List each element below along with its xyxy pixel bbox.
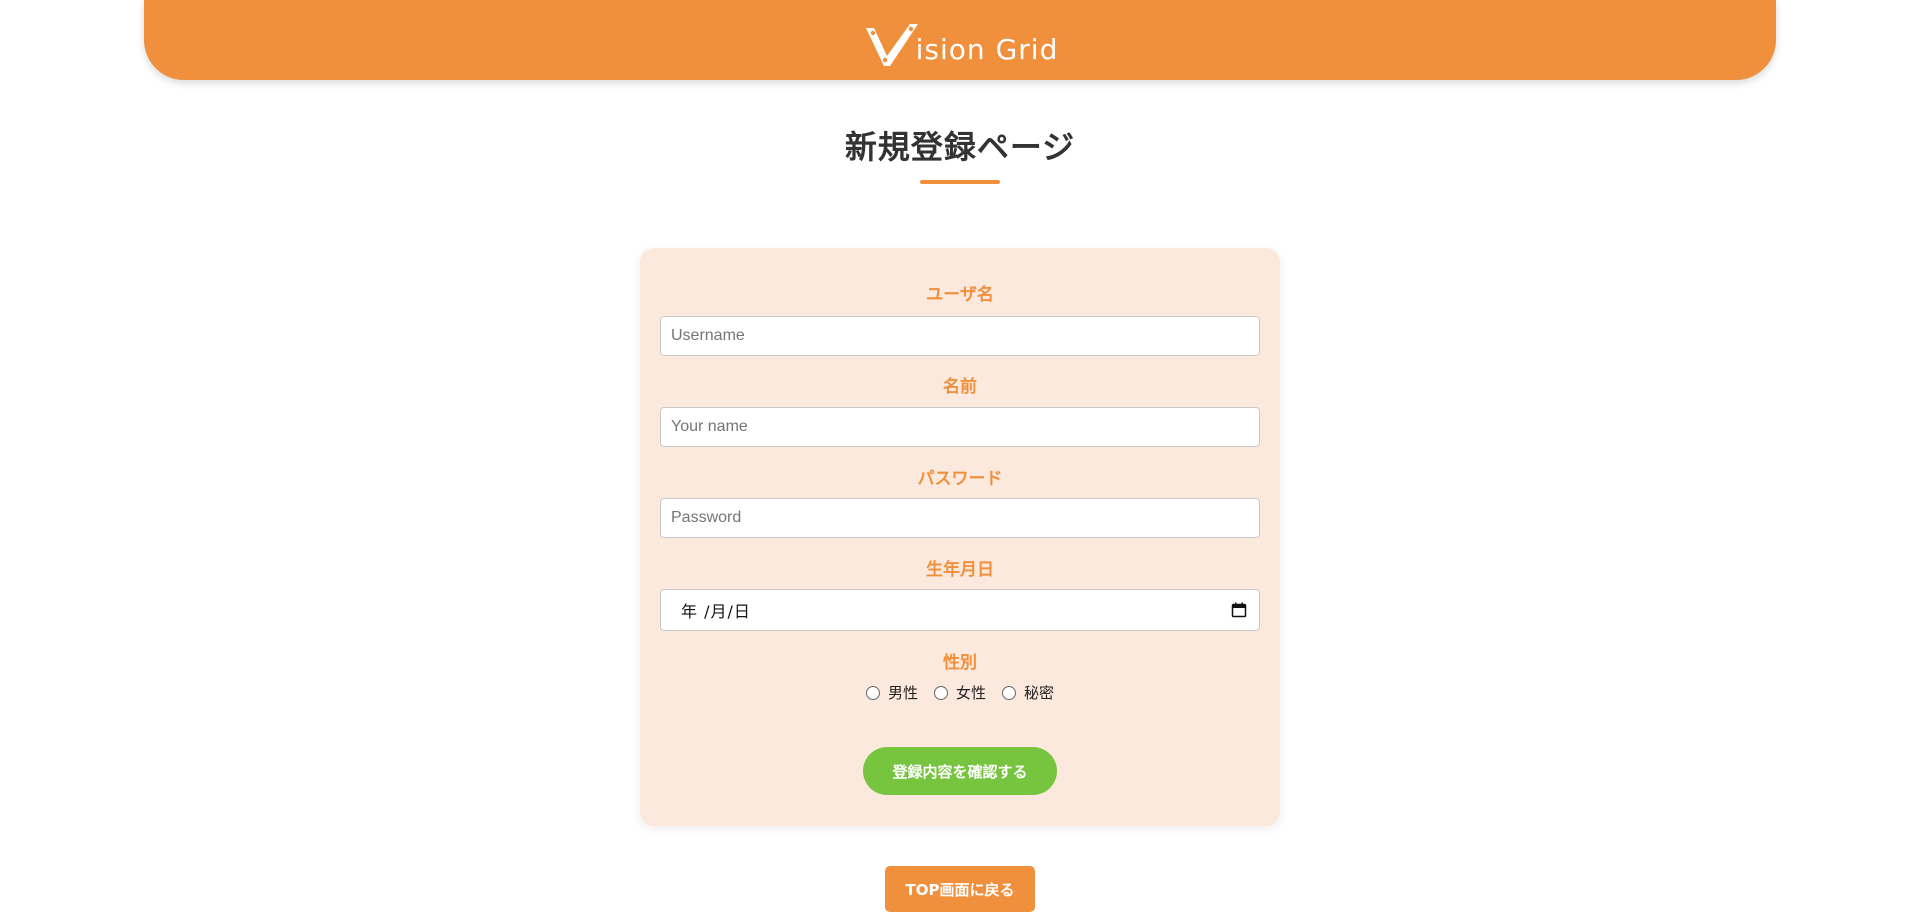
username-input[interactable] — [660, 316, 1260, 356]
confirm-registration-button[interactable]: 登録内容を確認する — [863, 747, 1057, 795]
name-input[interactable] — [660, 407, 1260, 447]
radio-button[interactable] — [865, 685, 880, 700]
birthdate-input[interactable]: 年 /月/日 — [660, 589, 1260, 631]
back-to-top-button[interactable]: TOP画面に戻る — [885, 866, 1035, 912]
name-label: 名前 — [943, 377, 977, 397]
gender-option-male[interactable]: 男性 — [865, 682, 918, 703]
password-label: パスワード — [917, 469, 1003, 489]
gender-option-label: 男性 — [887, 684, 918, 702]
page-title: 新規登録ページ — [844, 128, 1076, 166]
gender-option-female[interactable]: 女性 — [933, 682, 986, 703]
gender-option-label: 秘密 — [1024, 684, 1055, 702]
logo[interactable]: ision Grid — [862, 10, 1059, 70]
birthdate-label: 生年月日 — [926, 560, 994, 580]
gender-option-label: 女性 — [955, 684, 986, 702]
birthdate-value: 年 /月/日 — [681, 602, 751, 621]
gender-radio-group: 男性 女性 秘密 — [640, 682, 1280, 703]
logo-text: ision Grid — [915, 33, 1059, 66]
v-logo-icon — [862, 20, 922, 70]
gender-option-secret[interactable]: 秘密 — [1002, 682, 1054, 703]
site-header: ision Grid — [144, 0, 1776, 80]
radio-button[interactable] — [933, 685, 948, 700]
username-label: ユーザ名 — [926, 285, 994, 305]
title-underline — [920, 180, 1000, 184]
password-input[interactable] — [660, 498, 1260, 538]
calendar-icon[interactable] — [1231, 602, 1247, 618]
radio-button[interactable] — [1002, 685, 1016, 700]
registration-form: ユーザ名 名前 パスワード 生年月日 年 /月/日 性別 男性 女性 秘密 — [640, 248, 1280, 826]
gender-label: 性別 — [943, 653, 977, 673]
